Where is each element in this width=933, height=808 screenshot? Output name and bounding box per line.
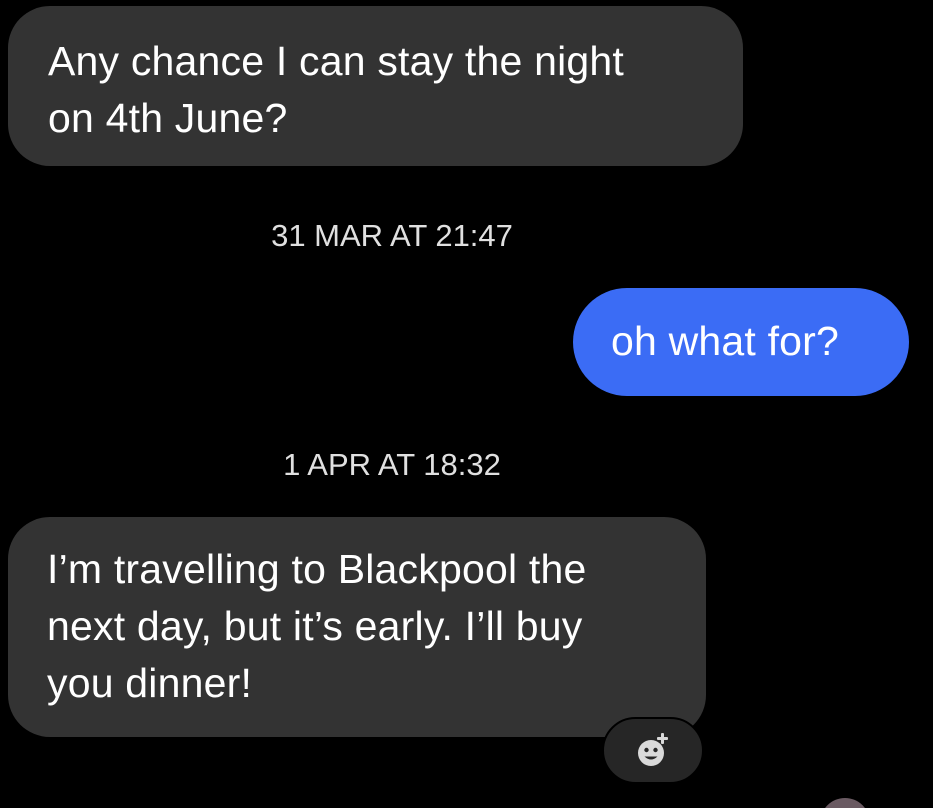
chat-thread: Any chance I can stay the night on 4th J… [0,0,933,808]
message-text-line: I’m travelling to Blackpool the [47,546,587,592]
add-reaction-icon [638,732,668,766]
message-text-line: you dinner! [47,660,253,706]
message-bubble-incoming[interactable]: I’m travelling to Blackpool the next day… [8,517,706,737]
message-text-line: oh what for? [611,318,840,364]
message-bubble-outgoing[interactable]: oh what for? [573,288,909,396]
add-reaction-button[interactable] [602,717,704,784]
message-timestamp: 1 APR AT 18:32 [283,447,501,482]
message-bubble-incoming[interactable]: Any chance I can stay the night on 4th J… [8,6,743,166]
message-text-line: next day, but it’s early. I’ll buy [47,603,583,649]
message-timestamp: 31 MAR AT 21:47 [271,218,513,253]
message-text-line: Any chance I can stay the night [48,38,624,84]
avatar [820,798,870,808]
message-text-line: on 4th June? [48,95,288,141]
